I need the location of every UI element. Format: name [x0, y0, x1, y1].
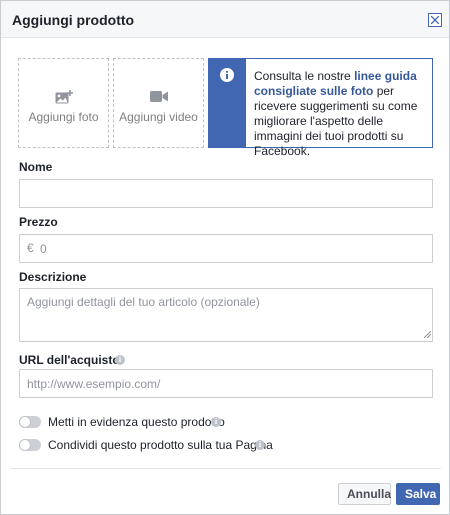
info-stripe [209, 59, 246, 147]
info-text-before: Consulta le nostre [254, 69, 355, 83]
share-help-icon[interactable]: i [255, 440, 265, 450]
add-product-dialog: Aggiungi prodotto Aggiungi foto Aggiungi… [0, 0, 450, 515]
footer-divider [11, 468, 441, 469]
add-video-button[interactable]: Aggiungi video [113, 58, 204, 148]
feature-product-toggle[interactable] [19, 416, 41, 428]
add-photo-label: Aggiungi foto [28, 110, 99, 124]
share-product-toggle[interactable] [19, 439, 41, 451]
currency-symbol: € [27, 241, 34, 255]
name-input[interactable] [19, 179, 433, 208]
dialog-header: Aggiungi prodotto [1, 1, 449, 38]
info-text: Consulta le nostre linee guida consiglia… [254, 69, 429, 159]
video-camera-icon [150, 91, 168, 102]
url-label: URL dell'acquisto [19, 353, 120, 367]
resize-grip-icon[interactable] [424, 331, 431, 338]
toggle-knob [19, 439, 31, 451]
url-input[interactable] [19, 369, 433, 398]
share-product-label: Condividi questo prodotto sulla tua Pagi… [48, 438, 273, 452]
add-video-label: Aggiungi video [119, 110, 198, 124]
url-help-icon[interactable]: i [115, 355, 125, 365]
photo-guidelines-notice: Consulta le nostre linee guida consiglia… [208, 58, 433, 158]
price-label: Prezzo [19, 215, 58, 229]
name-label: Nome [19, 160, 53, 174]
info-icon [220, 68, 234, 82]
description-label: Descrizione [19, 270, 87, 284]
close-button[interactable] [428, 13, 442, 27]
price-input[interactable] [19, 234, 433, 263]
feature-help-icon[interactable]: i [211, 417, 221, 427]
dialog-title: Aggiungi prodotto [12, 12, 135, 28]
description-textarea[interactable] [19, 288, 433, 342]
add-photo-icon [55, 90, 73, 104]
add-photo-button[interactable]: Aggiungi foto [18, 58, 109, 148]
save-button[interactable]: Salva [396, 483, 440, 505]
close-icon [431, 16, 439, 24]
feature-product-label: Metti in evidenza questo prodotto [48, 415, 225, 429]
toggle-knob [19, 416, 31, 428]
cancel-button[interactable]: Annulla [338, 483, 391, 505]
